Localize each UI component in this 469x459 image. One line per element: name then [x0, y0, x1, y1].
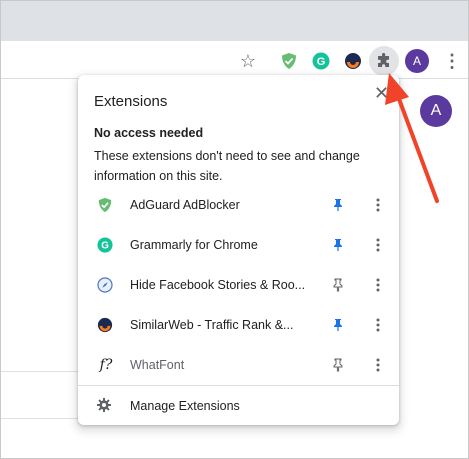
pin-icon[interactable] [331, 236, 345, 254]
grammarly-icon[interactable]: G [310, 50, 332, 72]
close-icon[interactable]: ✕ [374, 83, 389, 104]
gear-icon [96, 397, 112, 413]
extension-row-hide-facebook-stories[interactable]: Hide Facebook Stories & Roo... [78, 265, 399, 305]
browser-window: ☆ G A ⋮ A Extensions ✕ No access needed … [0, 0, 469, 459]
star-icon[interactable]: ☆ [237, 50, 259, 72]
extension-name: SimilarWeb - Traffic Rank &... [130, 318, 294, 332]
whatfont-icon: f? [99, 357, 113, 373]
pin-icon[interactable] [331, 276, 345, 294]
extensions-puzzle-icon[interactable] [369, 46, 399, 76]
compass-icon [96, 276, 114, 294]
popup-title: Extensions [94, 93, 168, 110]
extension-row-whatfont[interactable]: f? WhatFont [78, 345, 399, 385]
more-options-icon[interactable] [370, 316, 386, 334]
tab-strip [1, 1, 468, 41]
pin-icon[interactable] [331, 196, 345, 214]
extensions-popup: Extensions ✕ No access needed These exte… [78, 75, 399, 425]
extension-row-adguard[interactable]: AdGuard AdBlocker [78, 185, 399, 225]
menu-icon[interactable]: ⋮ [441, 50, 463, 72]
pin-icon[interactable] [331, 316, 345, 334]
more-options-icon[interactable] [370, 236, 386, 254]
extension-name: Hide Facebook Stories & Roo... [130, 278, 306, 292]
pin-icon[interactable] [331, 356, 345, 374]
manage-extensions-row[interactable]: Manage Extensions [78, 386, 399, 425]
adguard-shield-icon [96, 196, 114, 214]
more-options-icon[interactable] [370, 356, 386, 374]
extension-row-grammarly[interactable]: G Grammarly for Chrome [78, 225, 399, 265]
more-options-icon[interactable] [370, 276, 386, 294]
extension-name: AdGuard AdBlocker [130, 198, 240, 212]
adguard-icon[interactable] [278, 50, 300, 72]
similarweb-icon [96, 316, 114, 334]
section-heading: No access needed [94, 126, 204, 140]
svg-text:G: G [101, 240, 109, 251]
manage-extensions-label: Manage Extensions [130, 399, 240, 413]
extension-name: WhatFont [130, 358, 185, 372]
extension-name: Grammarly for Chrome [130, 238, 258, 252]
more-options-icon[interactable] [370, 196, 386, 214]
page-avatar[interactable]: A [420, 95, 452, 127]
browser-toolbar: ☆ G A ⋮ [1, 41, 468, 79]
grammarly-icon: G [96, 236, 114, 254]
profile-avatar[interactable]: A [405, 49, 429, 73]
similarweb-icon[interactable] [342, 50, 364, 72]
section-description: These extensions don't need to see and c… [94, 149, 360, 183]
svg-text:G: G [317, 56, 326, 68]
extension-row-similarweb[interactable]: SimilarWeb - Traffic Rank &... [78, 305, 399, 345]
